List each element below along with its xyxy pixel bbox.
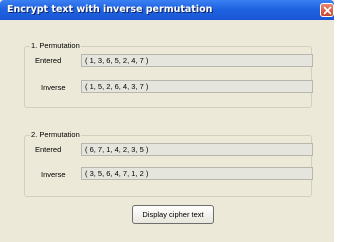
title-bar[interactable]: Encrypt text with inverse permutation	[0, 0, 334, 20]
permutation-2-entered-label: Entered	[35, 145, 62, 154]
permutation-1-entered-field[interactable]: ( 1, 3, 6, 5, 2, 4, 7 )	[81, 54, 313, 67]
permutation-2-inverse-field[interactable]: ( 3, 5, 6, 4, 7, 1, 2 )	[81, 167, 313, 180]
permutation-2-group: 2. Permutation Entered ( 6, 7, 1, 4, 2, …	[24, 130, 313, 197]
dialog-window: Encrypt text with inverse permutation 1.…	[0, 0, 334, 242]
permutation-1-legend: 1. Permutation	[30, 41, 81, 50]
permutation-2-inverse-label: Inverse	[41, 170, 66, 179]
permutation-1-inverse-label: Inverse	[41, 83, 66, 92]
permutation-2-entered-field[interactable]: ( 6, 7, 1, 4, 2, 3, 5 )	[81, 143, 313, 156]
permutation-1-entered-label: Entered	[35, 56, 62, 65]
permutation-1-group: 1. Permutation Entered ( 1, 3, 6, 5, 2, …	[24, 41, 313, 108]
close-button[interactable]	[320, 3, 334, 17]
close-icon	[323, 6, 331, 14]
permutation-1-inverse-field[interactable]: ( 1, 5, 2, 6, 4, 3, 7 )	[81, 80, 313, 93]
display-cipher-text-button[interactable]: Display cipher text	[132, 205, 214, 224]
permutation-2-legend: 2. Permutation	[30, 130, 81, 139]
window-title: Encrypt text with inverse permutation	[7, 4, 213, 15]
